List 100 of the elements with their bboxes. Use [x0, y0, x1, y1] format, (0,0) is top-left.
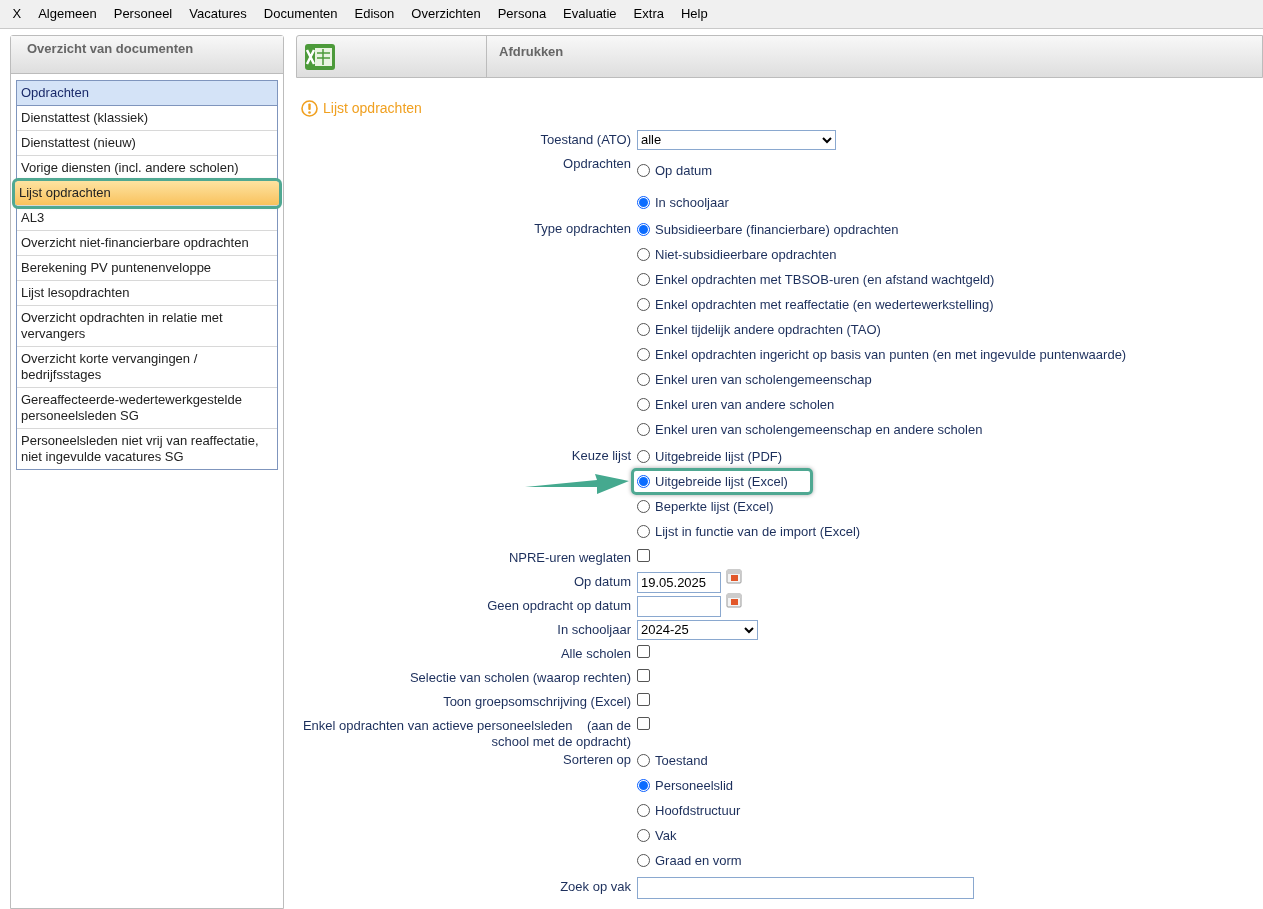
radio-button[interactable] — [637, 273, 650, 286]
menu-item[interactable]: Documenten — [255, 4, 347, 24]
radio-button[interactable] — [637, 196, 650, 209]
checkbox[interactable] — [637, 645, 650, 658]
radio-option[interactable]: Vak — [637, 825, 677, 846]
radio-label: Enkel uren van andere scholen — [655, 395, 835, 414]
radio-option[interactable]: In schooljaar — [637, 192, 729, 213]
radio-button[interactable] — [637, 450, 650, 463]
field-label: Keuze lijst — [571, 447, 631, 464]
field-label: Op datum — [573, 573, 631, 590]
search-field[interactable] — [637, 877, 974, 899]
radio-button[interactable] — [637, 804, 650, 817]
sidebar-item[interactable]: Overzicht opdrachten in relatie met vervangers — [17, 306, 277, 347]
radio-button[interactable] — [637, 398, 650, 411]
radio-option[interactable]: Enkel uren van andere scholen — [637, 394, 835, 415]
radio-button[interactable] — [637, 164, 650, 177]
radio-button[interactable] — [637, 348, 650, 361]
menu-item[interactable]: Evaluatie — [554, 4, 626, 24]
radio-option[interactable]: Lijst in functie van de import (Excel) — [637, 521, 861, 542]
sidebar-item[interactable]: Lijst lesopdrachten — [17, 281, 277, 306]
radio-label: Lijst in functie van de import (Excel) — [655, 522, 861, 541]
panel-header: Overzicht van documenten — [11, 36, 283, 74]
field-label: Type opdrachten — [534, 220, 631, 237]
radio-option[interactable]: Uitgebreide lijst (PDF) — [637, 446, 783, 467]
checkbox[interactable] — [637, 693, 650, 706]
calendar-icon[interactable] — [726, 592, 742, 608]
checkbox[interactable] — [637, 717, 650, 730]
radio-option[interactable]: Personeelslid — [637, 775, 734, 796]
sidebar-item[interactable]: Gereaffecteerde-wedertewerkgestelde personeelsleden SG — [17, 388, 277, 429]
date-field[interactable] — [637, 596, 721, 617]
radio-button[interactable] — [637, 323, 650, 336]
sidebar-item[interactable]: Dienstattest (nieuw) — [17, 131, 277, 156]
radio-button[interactable] — [637, 779, 650, 792]
radio-button[interactable] — [637, 754, 650, 767]
sidebar-item[interactable]: Berekening PV puntenenveloppe — [17, 256, 277, 281]
menu-item[interactable]: Edison — [346, 4, 403, 24]
list-header[interactable]: Opdrachten — [17, 81, 277, 106]
radio-option[interactable]: Op datum — [637, 160, 713, 181]
sidebar-item[interactable]: Personeelsleden niet vrij van reaffectatie, niet ingevulde vacatures SG — [17, 429, 277, 469]
menu-item[interactable]: X — [4, 4, 30, 24]
checkbox[interactable] — [637, 549, 650, 562]
exclamation-icon — [301, 100, 318, 117]
radio-label: Enkel uren van scholengemeenschap — [655, 370, 872, 389]
sidebar-item[interactable]: Overzicht niet-financierbare opdrachten — [17, 231, 277, 256]
menu-item[interactable]: Help — [672, 4, 717, 24]
menu-item[interactable]: Persona — [489, 4, 555, 24]
radio-button[interactable] — [637, 423, 650, 436]
sidebar-item[interactable]: Overzicht korte vervangingen / bedrijfsstages — [17, 347, 277, 388]
dropdown[interactable]: 2024-25 — [637, 620, 758, 640]
radio-label: Uitgebreide lijst (Excel) — [655, 472, 788, 491]
menu-item[interactable]: Algemeen — [29, 4, 106, 24]
field-label: In schooljaar — [557, 621, 631, 638]
menu-item[interactable]: Overzichten — [402, 4, 490, 24]
checkbox[interactable] — [637, 669, 650, 682]
menu-item[interactable]: Personeel — [105, 4, 181, 24]
radio-label: Uitgebreide lijst (PDF) — [655, 447, 783, 466]
radio-option[interactable]: Enkel uren van scholengemeenschap — [637, 369, 872, 390]
radio-button[interactable] — [637, 298, 650, 311]
spreadsheet-icon[interactable] — [304, 42, 336, 71]
radio-button[interactable] — [637, 248, 650, 261]
chevron-down-icon — [744, 626, 754, 634]
radio-label: Personeelslid — [655, 776, 734, 795]
sidebar-item[interactable]: AL3 — [17, 206, 277, 231]
chevron-down-icon — [822, 136, 832, 144]
field-label: Opdrachten — [563, 155, 631, 172]
radio-button[interactable] — [637, 829, 650, 842]
field-label: Toestand (ATO) — [540, 131, 631, 148]
radio-option[interactable]: Toestand — [637, 750, 708, 771]
field-label: NPRE-uren weglaten — [508, 549, 631, 566]
radio-button[interactable] — [637, 854, 650, 867]
radio-option[interactable]: Hoofdstructuur — [637, 800, 741, 821]
radio-label: Toestand — [655, 751, 708, 770]
date-field[interactable]: 19.05.2025 — [637, 572, 721, 593]
radio-button[interactable] — [637, 475, 650, 488]
highlighted-radio-option[interactable]: Uitgebreide lijst (Excel) — [631, 467, 813, 496]
radio-button[interactable] — [637, 500, 650, 513]
field-label: Toon groepsomschrijving (Excel) — [443, 693, 631, 710]
radio-button[interactable] — [637, 525, 650, 538]
radio-label: Hoofdstructuur — [655, 801, 741, 820]
radio-label: Niet-subsidieerbare opdrachten — [655, 245, 837, 264]
radio-label: In schooljaar — [655, 193, 729, 212]
dropdown[interactable]: alle — [637, 130, 836, 150]
field-label: Enkel opdrachten van actieve personeelsleden (aan de school met de opdracht) — [301, 717, 631, 750]
radio-option[interactable]: Graad en vorm — [637, 850, 742, 871]
calendar-icon[interactable] — [726, 568, 742, 584]
radio-button[interactable] — [637, 223, 650, 236]
radio-option[interactable]: Beperkte lijst (Excel) — [637, 496, 774, 517]
sidebar-item[interactable]: Lijst opdrachten — [15, 181, 279, 206]
radio-option[interactable]: Subsidieerbare (financierbare) opdrachten — [637, 219, 899, 240]
field-label: Alle scholen — [560, 645, 631, 662]
menu-item[interactable]: Vacatures — [180, 4, 256, 24]
radio-label: Graad en vorm — [655, 851, 742, 870]
radio-label: Subsidieerbare (financierbare) opdrachten — [655, 220, 899, 239]
radio-option[interactable]: Enkel tijdelijk andere opdrachten (TAO) — [637, 319, 881, 340]
radio-button[interactable] — [637, 373, 650, 386]
menu-item[interactable]: Extra — [625, 4, 673, 24]
sidebar-item[interactable]: Dienstattest (klassiek) — [17, 106, 277, 131]
radio-option[interactable]: Niet-subsidieerbare opdrachten — [637, 244, 837, 265]
field-label: Zoek op vak — [560, 878, 631, 895]
field-label: Selectie van scholen (waarop rechten) — [409, 669, 631, 686]
